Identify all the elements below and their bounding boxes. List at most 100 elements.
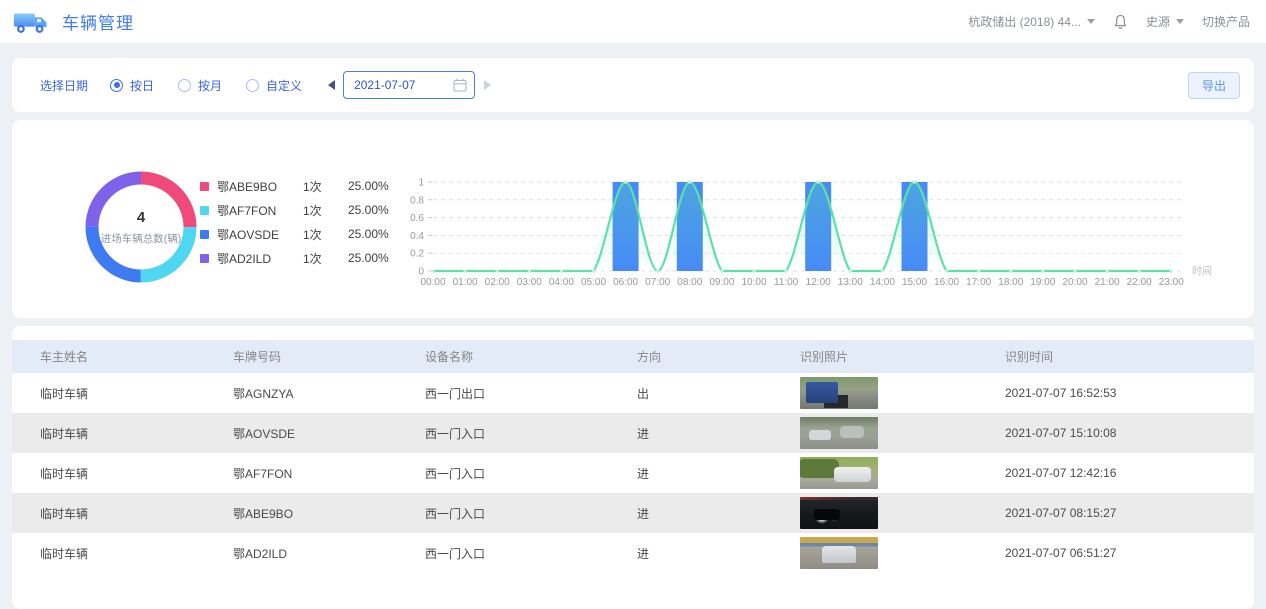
radio-icon (246, 79, 259, 92)
device-cell: 西一门入口 (425, 505, 637, 522)
plate-cell: 鄂AD2ILD (233, 545, 425, 562)
legend-item: 鄂AD2ILD1次25.00% (200, 246, 389, 270)
truck-logo-icon (12, 8, 50, 36)
legend-color-swatch (200, 182, 209, 191)
legend-color-swatch (200, 230, 209, 239)
table-body: 临时车辆鄂AGNZYA西一门出口出2021-07-07 16:52:53临时车辆… (12, 373, 1254, 573)
radio-label: 按月 (198, 77, 222, 94)
vehicle-management-page: 车辆管理 杭政储出 (2018) 44... 史源 切换产品 选择日期 按日 按月… (0, 0, 1266, 609)
calendar-icon (453, 78, 467, 92)
time-cell: 2021-07-07 06:51:27 (1005, 546, 1234, 560)
svg-text:20:00: 20:00 (1062, 277, 1087, 288)
radio-icon (178, 79, 191, 92)
table-row: 临时车辆鄂AF7FON西一门入口进2021-07-07 12:42:16 (12, 453, 1254, 493)
direction-cell: 进 (637, 425, 800, 442)
entry-total-donut-chart: 4 进场车辆总数(辆) (85, 171, 197, 283)
donut-chart-svg (85, 171, 197, 283)
owner-cell: 临时车辆 (40, 505, 233, 522)
plate-cell: 鄂AGNZYA (233, 385, 425, 402)
owner-cell: 临时车辆 (40, 385, 233, 402)
svg-text:19:00: 19:00 (1030, 277, 1055, 288)
direction-cell: 进 (637, 505, 800, 522)
radio-label: 自定义 (266, 77, 302, 94)
date-mode-radio-0[interactable]: 按日 (110, 77, 154, 94)
direction-cell: 进 (637, 545, 800, 562)
date-mode-radio-group: 按日 按月 自定义 (110, 77, 302, 94)
recognition-photo[interactable] (800, 537, 878, 569)
photo-cell (800, 377, 1005, 409)
direction-cell: 进 (637, 465, 800, 482)
donut-legend: 鄂ABE9BO1次25.00%鄂AF7FON1次25.00%鄂AOVSDE1次2… (200, 174, 389, 270)
recognition-photo[interactable] (800, 417, 878, 449)
svg-text:08:00: 08:00 (677, 277, 702, 288)
legend-percent: 25.00% (348, 227, 389, 241)
prev-date-arrow[interactable] (328, 80, 335, 90)
legend-color-swatch (200, 206, 209, 215)
svg-text:11:00: 11:00 (774, 277, 799, 288)
legend-percent: 25.00% (348, 203, 389, 217)
legend-percent: 25.00% (348, 251, 389, 265)
svg-text:00:00: 00:00 (420, 277, 445, 288)
legend-plate-label: 鄂AD2ILD (217, 250, 303, 267)
date-mode-radio-2[interactable]: 自定义 (246, 77, 302, 94)
svg-text:0: 0 (418, 267, 424, 278)
svg-text:14:00: 14:00 (870, 277, 895, 288)
legend-plate-label: 鄂AOVSDE (217, 226, 303, 243)
legend-item: 鄂AF7FON1次25.00% (200, 198, 389, 222)
photo-cell (800, 417, 1005, 449)
recognition-photo[interactable] (800, 497, 878, 529)
org-selector-dropdown[interactable]: 杭政储出 (2018) 44... (968, 13, 1095, 30)
direction-cell: 出 (637, 385, 800, 402)
svg-text:21:00: 21:00 (1095, 277, 1120, 288)
svg-text:09:00: 09:00 (709, 277, 734, 288)
statistics-panel: 4 进场车辆总数(辆) 鄂ABE9BO1次25.00%鄂AF7FON1次25.0… (12, 120, 1254, 318)
device-cell: 西一门入口 (425, 465, 637, 482)
svg-text:0.2: 0.2 (410, 249, 424, 260)
date-picker[interactable] (343, 71, 475, 99)
legend-item: 鄂ABE9BO1次25.00% (200, 174, 389, 198)
svg-text:1: 1 (418, 178, 424, 189)
switch-product-link[interactable]: 切换产品 (1202, 13, 1250, 30)
user-menu[interactable]: 史源 (1146, 13, 1184, 30)
table-header-row: 车主姓名车牌号码设备名称方向识别照片识别时间 (12, 340, 1254, 373)
date-mode-radio-1[interactable]: 按月 (178, 77, 222, 94)
radio-selected-icon (110, 79, 123, 92)
svg-text:03:00: 03:00 (517, 277, 542, 288)
svg-text:23:00: 23:00 (1159, 277, 1184, 288)
date-filter-bar: 选择日期 按日 按月 自定义 导出 (12, 58, 1254, 112)
svg-text:12:00: 12:00 (806, 277, 831, 288)
export-button[interactable]: 导出 (1188, 72, 1240, 99)
svg-text:07:00: 07:00 (645, 277, 670, 288)
recognition-photo[interactable] (800, 377, 878, 409)
svg-text:0.4: 0.4 (410, 231, 424, 242)
svg-text:04:00: 04:00 (549, 277, 574, 288)
legend-plate-label: 鄂AF7FON (217, 202, 303, 219)
legend-plate-label: 鄂ABE9BO (217, 178, 303, 195)
notification-bell-icon[interactable] (1113, 14, 1128, 30)
owner-cell: 临时车辆 (40, 545, 233, 562)
device-cell: 西一门入口 (425, 545, 637, 562)
recognition-table-card: 车主姓名车牌号码设备名称方向识别照片识别时间 临时车辆鄂AGNZYA西一门出口出… (12, 326, 1254, 609)
svg-text:15:00: 15:00 (902, 277, 927, 288)
svg-text:0.6: 0.6 (410, 213, 424, 224)
legend-color-swatch (200, 254, 209, 263)
org-selector-label: 杭政储出 (2018) 44... (968, 13, 1081, 30)
legend-count: 1次 (303, 202, 348, 219)
date-filter-label: 选择日期 (40, 77, 88, 94)
app-header: 车辆管理 杭政储出 (2018) 44... 史源 切换产品 (0, 0, 1266, 44)
plate-cell: 鄂AF7FON (233, 465, 425, 482)
legend-count: 1次 (303, 250, 348, 267)
svg-text:02:00: 02:00 (485, 277, 510, 288)
svg-text:22:00: 22:00 (1127, 277, 1152, 288)
time-cell: 2021-07-07 12:42:16 (1005, 466, 1234, 480)
column-header: 车牌号码 (233, 348, 425, 365)
svg-text:05:00: 05:00 (581, 277, 606, 288)
column-header: 方向 (637, 348, 800, 365)
recognition-photo[interactable] (800, 457, 878, 489)
device-cell: 西一门出口 (425, 385, 637, 402)
brand: 车辆管理 (12, 8, 134, 36)
plate-cell: 鄂AOVSDE (233, 425, 425, 442)
hourly-entry-chart: 00.20.40.60.8100:0001:0002:0003:0004:000… (397, 164, 1255, 299)
svg-text:01:00: 01:00 (453, 277, 478, 288)
next-date-arrow[interactable] (484, 80, 491, 90)
